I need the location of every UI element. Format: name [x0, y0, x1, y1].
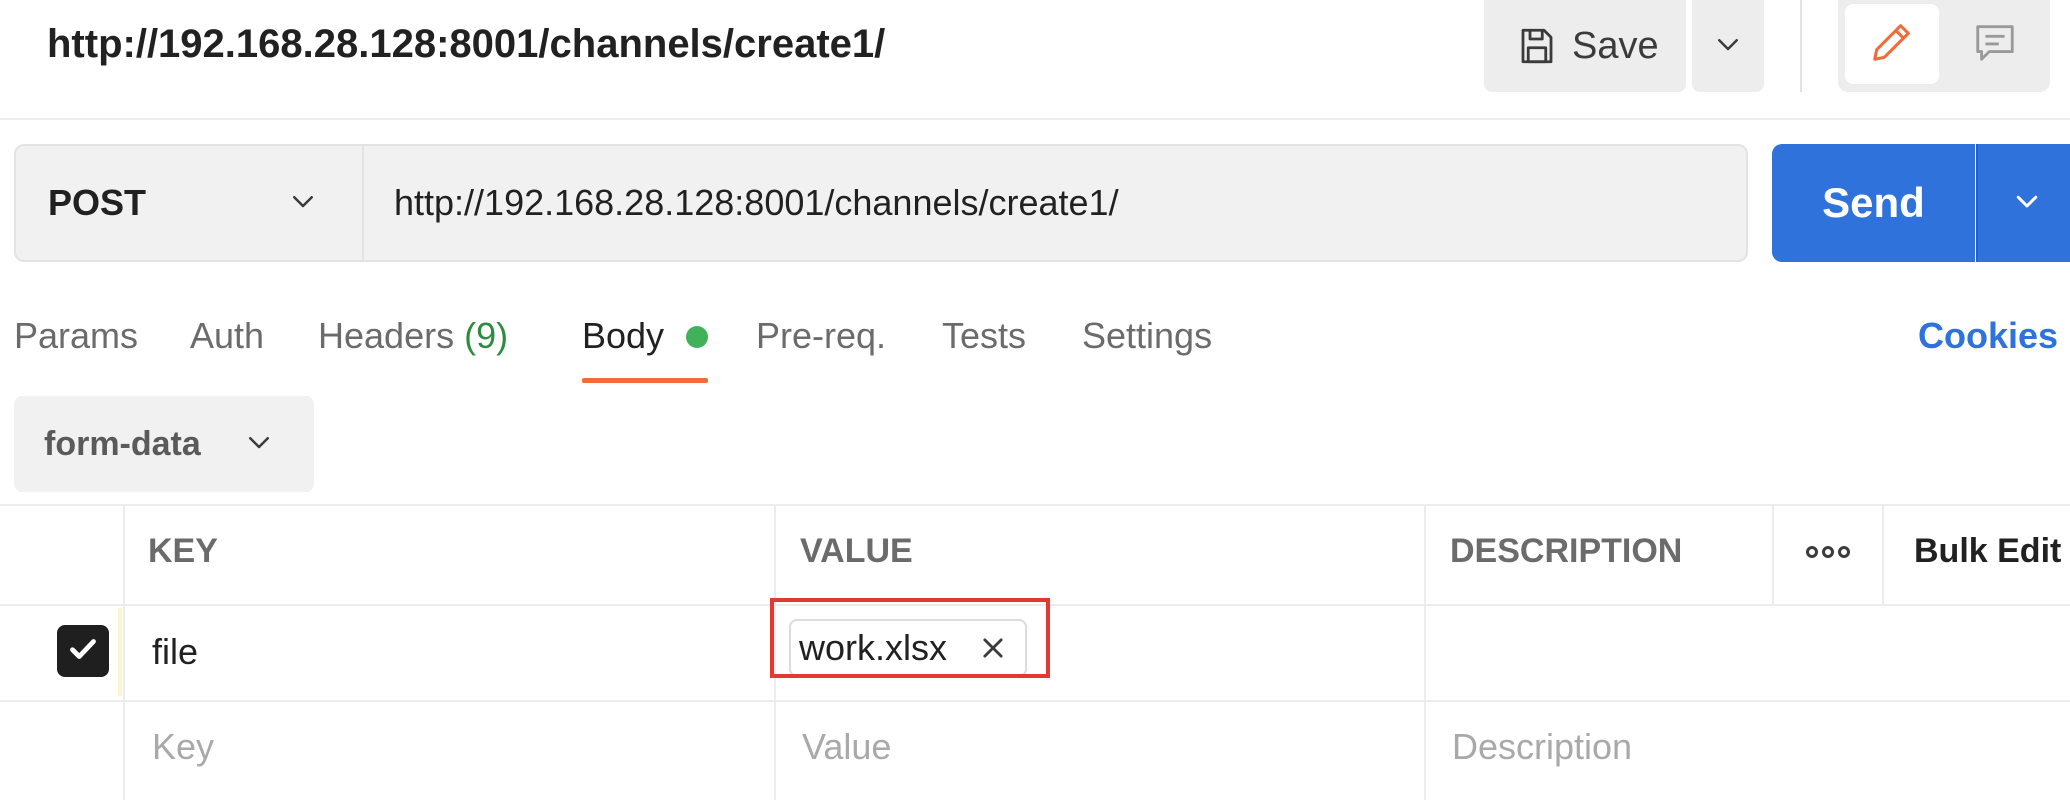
bulk-edit-button[interactable]: Bulk Edit	[1914, 528, 2061, 574]
column-header-description: DESCRIPTION	[1450, 532, 1683, 570]
toolbar-divider	[1800, 0, 1802, 92]
highlight-annotation	[770, 598, 1050, 678]
new-description-input[interactable]: Description	[1452, 723, 1632, 771]
row-drag-handle[interactable]	[118, 608, 122, 696]
body-mode-label: form-data	[44, 424, 201, 463]
body-mode-select[interactable]: form-data	[14, 396, 314, 492]
column-divider	[1882, 504, 1884, 604]
send-options-dropdown[interactable]	[1976, 144, 2070, 262]
more-options-icon[interactable]	[1806, 544, 1850, 560]
chevron-down-icon	[1713, 29, 1743, 64]
tab-headers-label: Headers	[318, 315, 455, 356]
save-options-dropdown[interactable]	[1692, 0, 1764, 92]
column-divider	[1772, 504, 1774, 604]
cookies-link[interactable]: Cookies	[1918, 312, 2058, 360]
body-status-dot	[686, 326, 708, 348]
save-button-label: Save	[1572, 25, 1659, 67]
new-key-input[interactable]: Key	[152, 723, 214, 771]
row-enabled-checkbox[interactable]	[57, 625, 109, 677]
checkmark-icon	[65, 631, 101, 672]
tab-params[interactable]: Params	[14, 312, 138, 360]
method-label: POST	[48, 182, 147, 223]
column-header-key: KEY	[148, 532, 218, 570]
save-button[interactable]: Save	[1484, 0, 1686, 92]
column-divider	[1424, 504, 1426, 800]
column-divider	[123, 504, 125, 800]
save-icon	[1514, 23, 1560, 69]
edit-mode-button[interactable]	[1845, 4, 1939, 84]
title-divider	[0, 118, 2070, 120]
table-row-border	[0, 700, 2070, 702]
tab-headers[interactable]: Headers (9)	[318, 312, 508, 360]
tab-settings[interactable]: Settings	[1082, 312, 1212, 360]
active-tab-indicator	[582, 378, 708, 383]
chevron-down-icon	[244, 427, 274, 462]
tab-body[interactable]: Body	[582, 312, 664, 360]
tab-pre-request[interactable]: Pre-req.	[756, 312, 886, 360]
tab-tests[interactable]: Tests	[942, 312, 1026, 360]
pencil-icon	[1869, 19, 1915, 70]
send-button[interactable]: Send	[1772, 144, 1975, 262]
table-top-border	[0, 504, 2070, 506]
method-select[interactable]: POST	[14, 144, 362, 262]
tab-auth[interactable]: Auth	[190, 312, 264, 360]
chevron-down-icon	[288, 186, 318, 221]
headers-count-badge: (9)	[464, 315, 509, 356]
new-value-input[interactable]: Value	[802, 723, 891, 771]
comments-mode-button[interactable]	[1945, 4, 2045, 84]
row-key[interactable]: file	[152, 628, 198, 676]
column-header-value: VALUE	[800, 532, 913, 570]
send-button-label: Send	[1822, 179, 1925, 226]
comment-icon	[1972, 19, 2018, 70]
request-title[interactable]: http://192.168.28.128:8001/channels/crea…	[47, 18, 885, 70]
chevron-down-icon	[2012, 186, 2042, 221]
url-input[interactable]: http://192.168.28.128:8001/channels/crea…	[362, 144, 1748, 262]
url-text: http://192.168.28.128:8001/channels/crea…	[394, 182, 1119, 223]
